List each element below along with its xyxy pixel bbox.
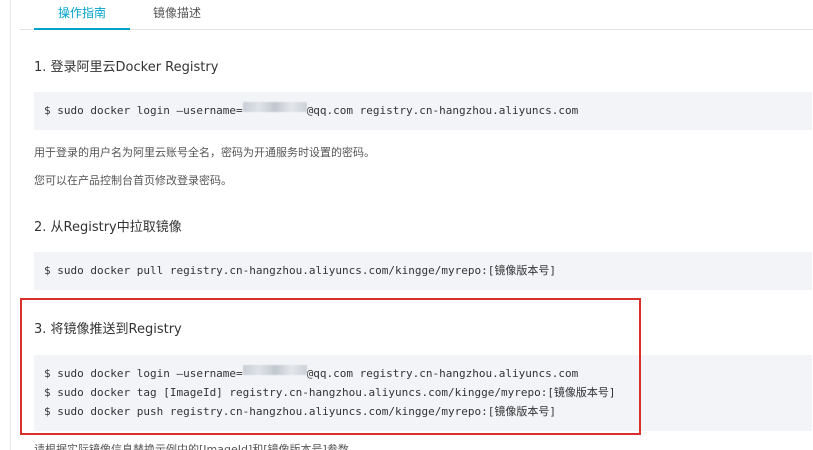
- tab-image-description[interactable]: 镜像描述: [142, 0, 212, 28]
- parameter-note-partial: 请根据实际镜像信息替换示例中的[ImageId]和[镜像版本号]参数。: [34, 443, 360, 450]
- command-line[interactable]: $ sudo docker pull registry.cn-hangzhou.…: [44, 261, 812, 280]
- login-note-2: 您可以在产品控制台首页修改登录密码。: [34, 174, 232, 187]
- code-block-login[interactable]: $ sudo docker login —username=xxxxxxxx@q…: [34, 92, 812, 130]
- section-2-title: 2. 从Registry中拉取镜像: [34, 220, 182, 235]
- redacted-username: xxxxxxxx: [242, 102, 307, 112]
- command-line[interactable]: $ sudo docker login —username=xxxxxxxx@q…: [44, 101, 812, 120]
- tab-bar: 操作指南 镜像描述: [20, 0, 813, 30]
- code-block-pull[interactable]: $ sudo docker pull registry.cn-hangzhou.…: [34, 252, 812, 290]
- tab-operation-guide[interactable]: 操作指南: [34, 0, 130, 30]
- left-divider: [10, 0, 11, 450]
- red-highlight-box: [20, 298, 641, 435]
- section-1-title: 1. 登录阿里云Docker Registry: [34, 60, 219, 75]
- login-note-1: 用于登录的用户名为阿里云账号全名，密码为开通服务时设置的密码。: [34, 146, 375, 159]
- image-guide-panel: 操作指南 镜像描述 1. 登录阿里云Docker Registry $ sudo…: [0, 0, 813, 450]
